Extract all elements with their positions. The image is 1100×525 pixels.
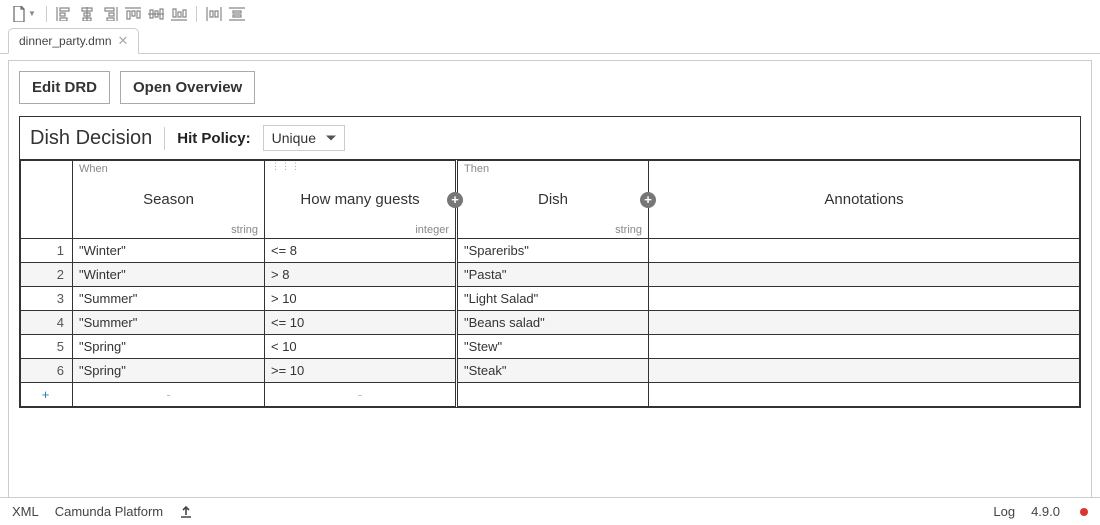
toolbar-separator [196, 6, 197, 22]
file-tab-label: dinner_party.dmn [19, 34, 112, 48]
row-index: 6 [21, 359, 73, 383]
decision-table-header: Dish Decision Hit Policy: Unique [20, 117, 1080, 160]
cell-annotation[interactable] [649, 311, 1080, 335]
cell-guests[interactable]: <= 8 [265, 239, 457, 263]
row-index: 1 [21, 239, 73, 263]
table-row[interactable]: 2 "Winter" > 8 "Pasta" [21, 263, 1080, 287]
input-column-season[interactable]: When Season string [73, 161, 265, 239]
table-row[interactable]: 1 "Winter" <= 8 "Spareribs" [21, 239, 1080, 263]
annotations-label: Annotations [649, 177, 1079, 222]
deploy-icon[interactable] [179, 505, 193, 519]
row-index: 3 [21, 287, 73, 311]
add-rule-icon[interactable]: + [21, 383, 73, 407]
open-overview-button[interactable]: Open Overview [120, 71, 255, 104]
add-rule-row[interactable]: + - - [21, 383, 1080, 407]
cell-guests[interactable]: <= 10 [265, 311, 457, 335]
table-row[interactable]: 6 "Spring" >= 10 "Steak" [21, 359, 1080, 383]
toolbar-separator [46, 6, 47, 22]
new-file-dropdown-icon[interactable]: ▼ [28, 9, 36, 18]
hit-policy-value: Unique [272, 130, 316, 146]
edit-drd-button[interactable]: Edit DRD [19, 71, 110, 104]
table-row[interactable]: 3 "Summer" > 10 "Light Salad" [21, 287, 1080, 311]
table-row[interactable]: 4 "Summer" <= 10 "Beans salad" [21, 311, 1080, 335]
row-index: 5 [21, 335, 73, 359]
align-bottom-button[interactable] [168, 3, 190, 25]
add-rule-placeholder: - [265, 383, 457, 407]
cell-annotation[interactable] [649, 263, 1080, 287]
output1-name: Dish [458, 177, 648, 222]
cell-season[interactable]: "Winter" [73, 239, 265, 263]
editor-pane: Edit DRD Open Overview Dish Decision Hit… [8, 60, 1092, 498]
cell-annotation[interactable] [649, 335, 1080, 359]
cell-guests[interactable]: > 8 [265, 263, 457, 287]
cell-guests[interactable]: < 10 [265, 335, 457, 359]
distribute-horizontal-button[interactable] [203, 3, 225, 25]
align-top-button[interactable] [122, 3, 144, 25]
table-row[interactable]: 5 "Spring" < 10 "Stew" [21, 335, 1080, 359]
cell-dish[interactable]: "Beans salad" [457, 311, 649, 335]
cell-guests[interactable]: > 10 [265, 287, 457, 311]
index-header [21, 161, 73, 239]
decision-title[interactable]: Dish Decision [30, 127, 165, 150]
hit-policy-select[interactable]: Unique [263, 125, 345, 151]
output-column-dish[interactable]: Then Dish string + [457, 161, 649, 239]
align-right-button[interactable] [99, 3, 121, 25]
file-tab[interactable]: dinner_party.dmn ✕ [8, 28, 139, 54]
align-middle-vertical-button[interactable] [145, 3, 167, 25]
version-label: 4.9.0 [1031, 504, 1060, 519]
main-toolbar: ▼ [0, 0, 1100, 28]
row-index: 2 [21, 263, 73, 287]
tabs-row: dinner_party.dmn ✕ [0, 28, 1100, 54]
log-button[interactable]: Log [993, 504, 1015, 519]
close-tab-icon[interactable]: ✕ [118, 33, 129, 49]
add-rule-placeholder [457, 383, 649, 407]
platform-tab[interactable]: Camunda Platform [55, 504, 163, 519]
cell-annotation[interactable] [649, 239, 1080, 263]
annotations-column[interactable]: Annotations [649, 161, 1080, 239]
add-input-column-button[interactable]: + [447, 192, 463, 208]
cell-annotation[interactable] [649, 359, 1080, 383]
cell-dish[interactable]: "Light Salad" [457, 287, 649, 311]
cell-annotation[interactable] [649, 287, 1080, 311]
align-left-button[interactable] [53, 3, 75, 25]
input-column-guests[interactable]: ⋮⋮⋮ How many guests integer + [265, 161, 457, 239]
add-output-column-button[interactable]: + [640, 192, 656, 208]
cell-dish[interactable]: "Stew" [457, 335, 649, 359]
output1-type: string [458, 222, 648, 238]
status-indicator-icon [1080, 508, 1088, 516]
cell-season[interactable]: "Winter" [73, 263, 265, 287]
input2-type: integer [265, 222, 455, 238]
cell-season[interactable]: "Summer" [73, 287, 265, 311]
cell-season[interactable]: "Spring" [73, 359, 265, 383]
then-label: Then [458, 161, 648, 177]
add-rule-placeholder: - [73, 383, 265, 407]
when-label: When [73, 161, 264, 177]
decision-table: Dish Decision Hit Policy: Unique When Se… [19, 116, 1081, 408]
xml-tab[interactable]: XML [12, 504, 39, 519]
align-center-horizontal-button[interactable] [76, 3, 98, 25]
cell-dish[interactable]: "Steak" [457, 359, 649, 383]
hit-policy-label: Hit Policy: [177, 130, 250, 147]
cell-season[interactable]: "Spring" [73, 335, 265, 359]
row-index: 4 [21, 311, 73, 335]
input1-name: Season [73, 177, 264, 222]
input2-name: How many guests [265, 177, 455, 222]
cell-dish[interactable]: "Pasta" [457, 263, 649, 287]
new-file-button[interactable] [8, 3, 30, 25]
input1-type: string [73, 222, 264, 238]
status-bar: XML Camunda Platform Log 4.9.0 [0, 497, 1100, 525]
cell-dish[interactable]: "Spareribs" [457, 239, 649, 263]
rules-body: 1 "Winter" <= 8 "Spareribs" 2 "Winter" >… [21, 239, 1080, 407]
editor-action-row: Edit DRD Open Overview [19, 71, 1081, 104]
cell-season[interactable]: "Summer" [73, 311, 265, 335]
cell-guests[interactable]: >= 10 [265, 359, 457, 383]
distribute-vertical-button[interactable] [226, 3, 248, 25]
add-rule-placeholder [649, 383, 1080, 407]
rules-grid: When Season string ⋮⋮⋮ How many guests i… [20, 160, 1080, 407]
drag-handle-icon[interactable]: ⋮⋮⋮ [271, 163, 301, 170]
